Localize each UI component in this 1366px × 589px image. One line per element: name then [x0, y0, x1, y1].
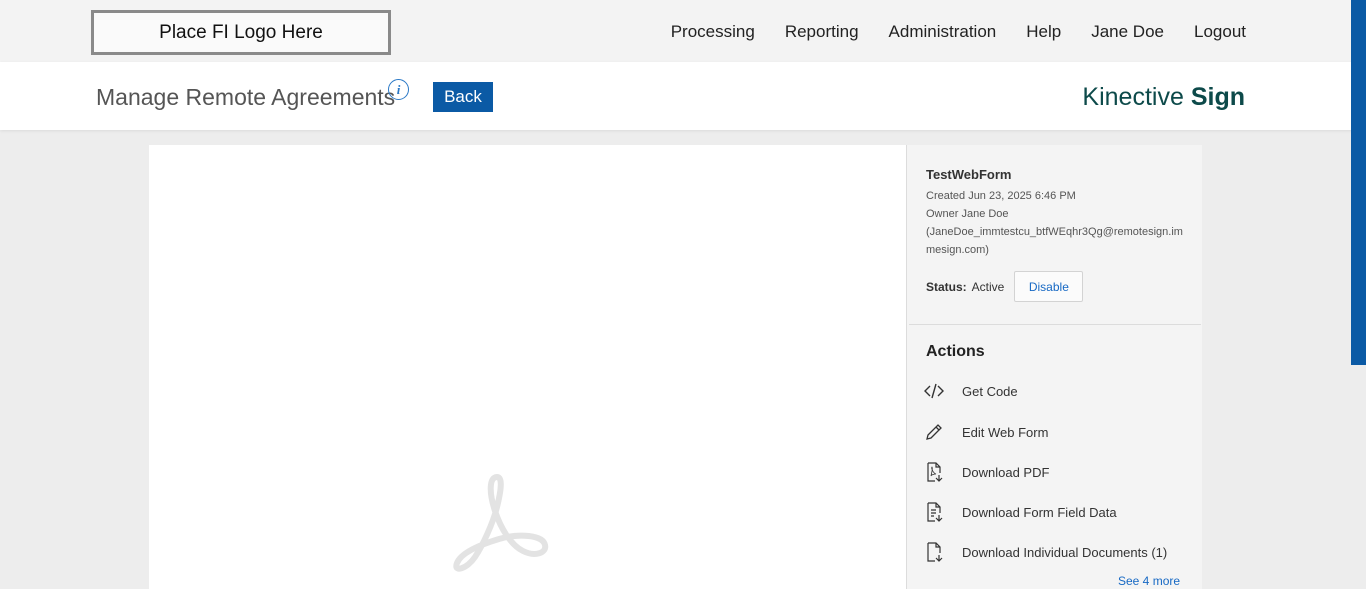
divider [909, 324, 1201, 325]
page-scrollbar[interactable] [1351, 0, 1366, 365]
nav-administration[interactable]: Administration [889, 22, 997, 42]
action-label: Get Code [962, 383, 1018, 399]
action-label: Download PDF [962, 464, 1050, 480]
nav-user-name[interactable]: Jane Doe [1091, 22, 1164, 42]
nav-help[interactable]: Help [1026, 22, 1061, 42]
brand-light-text: Kinective [1082, 83, 1184, 111]
pdf-download-icon [924, 462, 944, 482]
page-title: Manage Remote Agreements [96, 84, 396, 110]
info-icon[interactable]: i [388, 79, 409, 100]
acrobat-logo-icon [453, 474, 549, 572]
nav-logout[interactable]: Logout [1194, 22, 1246, 42]
action-download-individual-documents[interactable]: Download Individual Documents (1) [924, 542, 1167, 562]
action-edit-web-form[interactable]: Edit Web Form [924, 422, 1048, 442]
main-nav: Processing Reporting Administration Help… [671, 22, 1246, 42]
disable-button[interactable]: Disable [1014, 271, 1084, 302]
nav-processing[interactable]: Processing [671, 22, 755, 42]
agreement-side-panel: TestWebForm Created Jun 23, 2025 6:46 PM… [906, 145, 1202, 589]
status-value: Active [971, 279, 1005, 294]
nav-reporting[interactable]: Reporting [785, 22, 859, 42]
action-label: Edit Web Form [962, 424, 1049, 440]
document-download-icon [924, 542, 944, 562]
pencil-icon [924, 422, 944, 442]
status-label: Status: [926, 279, 967, 294]
back-button[interactable]: Back [433, 82, 493, 112]
agreement-meta: Created Jun 23, 2025 6:46 PM Owner Jane … [926, 187, 1188, 259]
agreement-name: TestWebForm [926, 167, 1012, 182]
action-get-code[interactable]: Get Code [924, 381, 1018, 401]
code-icon [924, 381, 944, 401]
owner-name: Owner Jane Doe [926, 208, 1009, 220]
created-date: Created Jun 23, 2025 6:46 PM [926, 190, 1076, 202]
see-more-link[interactable]: See 4 more [1118, 574, 1180, 588]
actions-heading: Actions [926, 343, 985, 360]
page-header: Manage Remote Agreements i Back Kinectiv… [0, 62, 1366, 130]
top-navigation-bar: Place FI Logo Here Processing Reporting … [0, 0, 1366, 62]
status-row: Status: Active Disable [926, 271, 1084, 302]
brand-bold-text: Sign [1190, 83, 1245, 111]
action-download-pdf[interactable]: Download PDF [924, 462, 1049, 482]
action-label: Download Form Field Data [962, 504, 1117, 520]
fi-logo-placeholder[interactable]: Place FI Logo Here [91, 10, 391, 55]
document-preview [149, 145, 906, 589]
action-download-form-field-data[interactable]: Download Form Field Data [924, 502, 1117, 522]
owner-email: (JaneDoe_immtestcu_btfWEqhr3Qg@remotesig… [926, 226, 1183, 256]
brand-logo: Kinective Sign [1082, 83, 1245, 112]
action-label: Download Individual Documents (1) [962, 544, 1168, 560]
form-data-download-icon [924, 502, 944, 522]
